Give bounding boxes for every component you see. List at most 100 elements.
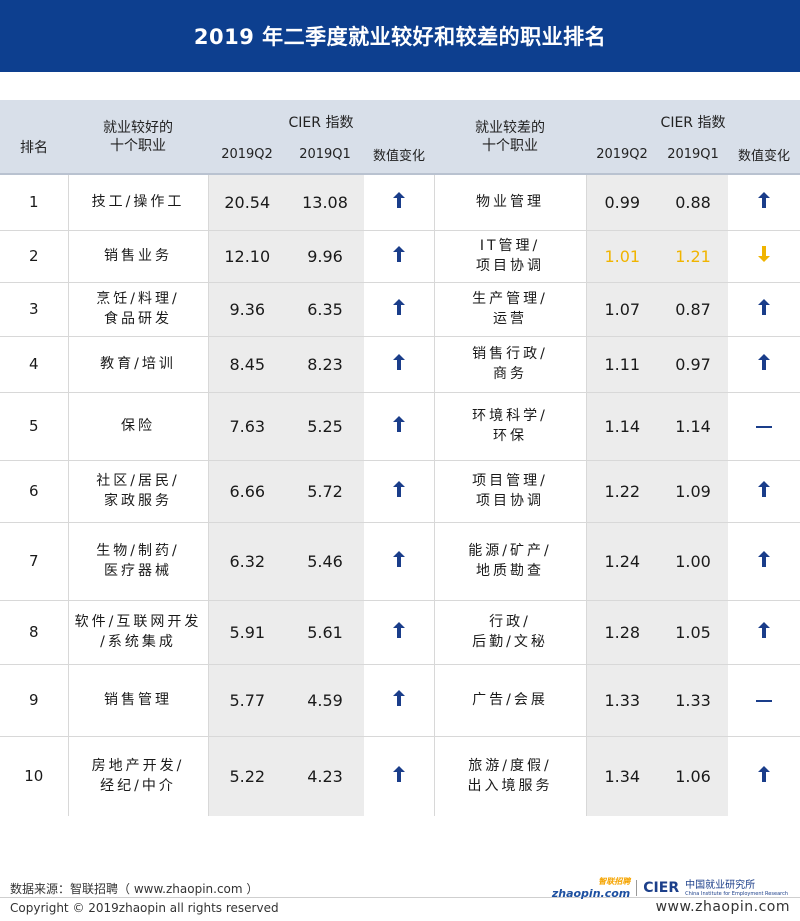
bad-occupation-line: 商务 (493, 366, 528, 382)
bad-q1-value: 0.97 (658, 335, 729, 392)
cier-logo-en: China Institute for Employment Research (685, 890, 788, 897)
rank-cell: 6 (0, 459, 68, 522)
table-row: 5 保险 7.63 5.25 环境科学/环保 1.14 1.14 (0, 391, 800, 460)
rank-cell: 4 (0, 335, 68, 392)
bad-occupation-line: 项目协调 (476, 493, 545, 509)
arrow-up-icon (758, 480, 771, 497)
good-occupation-cell: 技工/操作工 (67, 173, 208, 230)
good-occupation-line: 食品研发 (104, 311, 172, 327)
table-row: 9 销售管理 5.77 4.59 广告/会展 1.33 1.33 (0, 663, 800, 736)
good-occupation-line: 保险 (121, 418, 155, 434)
good-q2-value: 7.63 (207, 391, 286, 460)
header-good-occupations: 就业较好的 十个职业 (68, 100, 208, 174)
bad-change-cell (728, 599, 800, 664)
header-good-q2: 2019Q2 (208, 136, 286, 174)
copyright-text: Copyright © 2019zhaopin all rights reser… (10, 901, 279, 915)
bad-occupation-line: 行政/ (489, 614, 531, 630)
good-q2-value: 8.45 (207, 335, 286, 392)
table-row: 1 技工/操作工 20.54 13.08 物业管理 0.99 0.88 (0, 173, 800, 230)
bad-occupation-line: 环保 (493, 428, 528, 444)
good-change-cell (364, 229, 435, 282)
bad-occupation-cell: 项目管理/项目协调 (433, 459, 587, 522)
header-bad-q2: 2019Q2 (586, 136, 659, 174)
good-q2-value: 5.91 (207, 599, 286, 664)
header-good-label-1: 就业较好的 (103, 119, 173, 136)
table-header-row-1: 排名 就业较好的 十个职业 CIER 指数 就业较差的 十个职业 CIER 指数 (0, 100, 800, 174)
bad-occupation-line: 销售行政/ (472, 346, 548, 362)
good-occupation-cell: 教育/培训 (67, 335, 208, 392)
bad-occupation-line: IT管理/ (479, 238, 541, 254)
good-occupation-cell: 社区/居民/家政服务 (67, 459, 208, 522)
rank-cell: 9 (0, 663, 68, 736)
good-occupation-cell: 软件/互联网开发/系统集成 (67, 599, 208, 664)
footer-url: www.zhaopin.com (655, 899, 790, 915)
bad-occupation-cell: 广告/会展 (433, 663, 587, 736)
header-bad-label-2: 十个职业 (482, 137, 539, 154)
no-change-dash-icon (756, 699, 773, 702)
good-occupation-line: 房地产开发/ (91, 758, 185, 775)
good-q1-value: 5.61 (286, 599, 364, 664)
header-bad-label-1: 就业较差的 (475, 119, 546, 136)
good-q1-value: 4.23 (286, 735, 364, 816)
arrow-up-icon (392, 689, 405, 706)
bad-occupation-line: 运营 (493, 311, 528, 327)
cier-logo-cn: 中国就业研究所 (685, 879, 756, 891)
arrow-up-icon (758, 765, 771, 782)
arrow-up-icon (758, 191, 771, 208)
zhaopin-logo-bottom: zhaopin.com (551, 887, 631, 900)
good-occupation-line: 销售管理 (104, 692, 172, 708)
bad-q1-value: 1.21 (658, 229, 729, 282)
bad-q1-value: 1.33 (658, 663, 729, 736)
bad-q2-value: 1.22 (585, 459, 659, 522)
rank-cell: 3 (0, 281, 68, 336)
good-q2-value: 12.10 (207, 229, 286, 282)
table-row: 2 销售业务 12.10 9.96 IT管理/项目协调 1.01 1.21 (0, 229, 800, 282)
good-q2-value: 5.22 (207, 735, 286, 816)
bad-q1-value: 0.88 (658, 173, 729, 230)
good-q1-value: 5.72 (286, 459, 364, 522)
good-change-cell (364, 663, 435, 736)
header-good-q1: 2019Q1 (286, 136, 364, 174)
good-q1-value: 8.23 (286, 335, 364, 392)
rank-cell: 2 (0, 229, 68, 282)
bad-occupation-line: 广告/会展 (472, 692, 548, 708)
table-row: 4 教育/培训 8.45 8.23 销售行政/商务 1.11 0.97 (0, 335, 800, 392)
good-q1-value: 5.46 (286, 521, 364, 600)
good-change-cell (364, 335, 435, 392)
good-occupation-line: 经纪/中介 (100, 778, 176, 795)
good-change-cell (364, 459, 435, 522)
arrow-up-icon (392, 621, 405, 638)
good-q2-value: 6.66 (207, 459, 286, 522)
logo-group: 智联招聘 zhaopin.com CIER 中国就业研究所 China Inst… (552, 876, 788, 900)
header-bad-q1: 2019Q1 (658, 136, 729, 174)
good-occupation-line: 家政服务 (104, 493, 172, 509)
bad-occupation-line: 旅游/度假/ (468, 758, 552, 775)
good-occupation-cell: 房地产开发/经纪/中介 (67, 735, 208, 816)
good-q2-value: 6.32 (207, 521, 286, 600)
good-occupation-cell: 销售业务 (67, 229, 208, 282)
good-occupation-cell: 生物/制药/医疗器械 (67, 521, 208, 600)
header-good-change: 数值变化 (364, 136, 435, 174)
good-occupation-line: 软件/互联网开发 (74, 614, 202, 630)
good-q1-value: 6.35 (286, 281, 364, 336)
good-q2-value: 20.54 (207, 173, 286, 230)
bad-change-cell (728, 735, 800, 816)
arrow-up-icon (758, 550, 771, 567)
bad-change-cell (728, 335, 800, 392)
bad-q1-value: 1.09 (658, 459, 729, 522)
bad-q2-value: 1.14 (585, 391, 659, 460)
good-occupation-line: 教育/培训 (100, 356, 176, 372)
good-occupation-line: /系统集成 (100, 634, 176, 650)
arrow-up-icon (758, 621, 771, 638)
arrow-up-icon (392, 298, 405, 315)
bad-q2-value: 1.28 (585, 599, 659, 664)
no-change-dash-icon (756, 425, 773, 428)
ranking-table: 排名 就业较好的 十个职业 CIER 指数 就业较差的 十个职业 CIER 指数… (0, 100, 800, 816)
good-q1-value: 13.08 (286, 173, 364, 230)
good-occupation-line: 社区/居民/ (96, 473, 180, 489)
data-source-note: 数据来源：智联招聘（ www.zhaopin.com ） (10, 882, 259, 896)
bad-occupation-line: 项目管理/ (472, 473, 548, 489)
bad-occupation-line: 出入境服务 (467, 778, 553, 795)
bad-q1-value: 1.05 (658, 599, 729, 664)
arrow-up-icon (392, 480, 405, 497)
